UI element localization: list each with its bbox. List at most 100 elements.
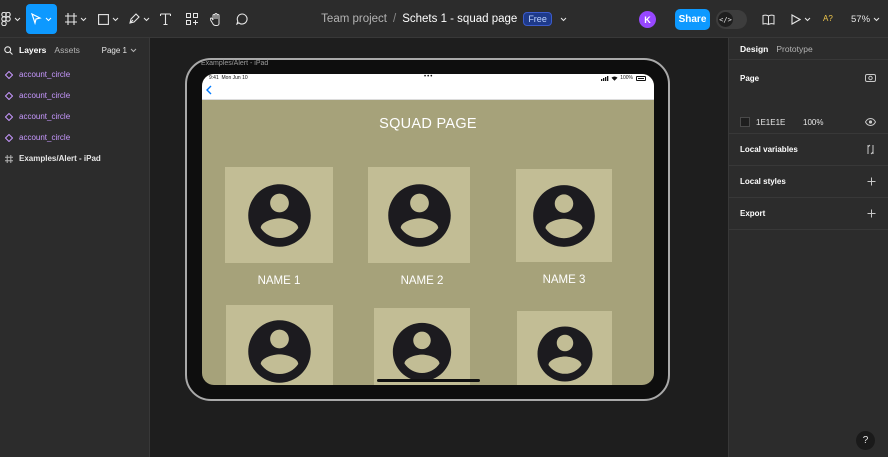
member-name-3: NAME 3 [542,274,586,286]
chevron-down-icon [873,17,880,22]
left-panel-tabs: Layers Assets Page 1 [0,38,149,62]
shape-tool-button[interactable] [95,4,121,34]
plus-icon[interactable] [867,177,876,186]
hand-icon [210,12,220,26]
chevron-down-icon [14,17,21,21]
frame-icon [4,154,14,164]
layers-panel: Layers Assets Page 1 account_circle acco… [0,38,150,457]
home-indicator [377,379,480,382]
wifi-icon [611,75,618,81]
camera-icon[interactable] [865,73,876,82]
signal-icon [601,75,609,81]
pen-icon [129,13,140,24]
page-selector[interactable]: Page 1 [102,46,137,55]
export-heading: Export [740,209,766,218]
back-chevron-icon[interactable] [206,85,212,95]
battery-icon [636,75,646,81]
team-name[interactable]: Team project [321,13,387,25]
avatar[interactable]: K [639,11,656,28]
zoom-menu[interactable]: 57% [851,14,880,25]
comment-tool-button[interactable] [233,4,251,34]
frame-icon [65,13,77,25]
tab-design[interactable]: Design [740,44,768,54]
component-instance-icon [4,112,14,122]
tab-assets[interactable]: Assets [54,45,80,55]
layer-list: account_circle account_circle account_ci… [0,64,149,169]
chevron-down-icon [112,17,118,21]
layer-item[interactable]: account_circle [0,85,149,106]
resources-button[interactable] [183,4,201,34]
member-card-1[interactable] [225,167,333,263]
comment-icon [236,13,248,25]
status-right: 100% [601,75,646,81]
tab-prototype[interactable]: Prototype [776,44,812,54]
chevron-down-icon [45,17,52,21]
component-instance-icon [4,70,14,80]
member-card-6[interactable] [517,311,612,385]
frame-tool-button[interactable] [63,4,89,34]
tab-layers[interactable]: Layers [19,45,46,55]
plan-badge: Free [523,12,552,26]
code-icon: </> [718,12,733,27]
pen-tool-button[interactable] [126,4,152,34]
layer-item[interactable]: Examples/Alert - iPad [0,148,149,169]
local-variables-section[interactable]: Local variables [729,134,888,166]
account-circle-icon [392,322,452,382]
member-card-3[interactable] [516,169,612,262]
eye-icon[interactable] [865,118,876,126]
variables-icon[interactable] [866,144,876,155]
account-circle-icon [387,183,451,247]
play-icon [791,13,801,25]
member-name-2: NAME 2 [400,275,444,287]
hand-tool-button[interactable] [207,4,225,34]
figma-logo-icon [1,12,11,26]
chevron-down-icon [143,17,150,21]
file-name[interactable]: Schets 1 - squad page [402,13,517,25]
text-icon [159,13,171,25]
page-section: Page 1E1E1E 100% [729,60,888,134]
components-icon [186,13,198,25]
main-menu-button[interactable] [0,4,22,34]
member-card-2[interactable] [368,167,470,263]
text-tool-button[interactable] [156,4,174,34]
layer-label: Examples/Alert - iPad [19,154,101,163]
page-color-swatch[interactable] [740,117,750,127]
library-button[interactable] [760,4,776,34]
page-color-opacity[interactable]: 100% [803,118,823,127]
account-circle-icon [537,326,592,382]
account-circle-icon [248,319,311,383]
share-button[interactable]: Share [675,9,710,30]
member-card-4[interactable] [226,305,333,385]
layer-item[interactable]: account_circle [0,127,149,148]
layer-item[interactable]: account_circle [0,64,149,85]
page-selector-label: Page 1 [101,45,127,55]
move-tool-button[interactable] [26,4,57,34]
help-button[interactable]: ? [856,431,875,450]
right-panel-tabs: Design Prototype [729,38,888,60]
nav-bar [202,82,654,100]
search-icon[interactable] [4,45,13,55]
layer-label: account_circle [19,133,71,142]
zoom-level: 57% [851,14,871,25]
ipad-screen: 9:41 Mon Jun 10 ••• 100% SQUAD PAGE NAME… [202,74,654,385]
present-button[interactable] [789,4,813,34]
dev-mode-toggle[interactable]: </> [716,10,747,29]
local-styles-heading: Local styles [740,177,786,186]
plus-icon[interactable] [867,209,876,218]
page-heading: Page [740,74,760,83]
battery-percent: 100% [620,75,633,81]
export-section[interactable]: Export [729,198,888,230]
chevron-down-icon[interactable] [560,17,567,22]
chevron-down-icon [130,48,137,52]
component-instance-icon [4,133,14,143]
ai-assistant-button[interactable]: A? [823,14,833,23]
layer-item[interactable]: account_circle [0,106,149,127]
frame-label[interactable]: Examples/Alert - iPad [201,60,268,67]
page-color-hex[interactable]: 1E1E1E [756,118,785,127]
rectangle-icon [97,13,109,25]
status-date: Mon Jun 10 [221,75,248,81]
local-styles-section[interactable]: Local styles [729,166,888,198]
member-card-5[interactable] [374,308,470,385]
chevron-down-icon [80,17,87,21]
local-variables-heading: Local variables [740,145,798,154]
